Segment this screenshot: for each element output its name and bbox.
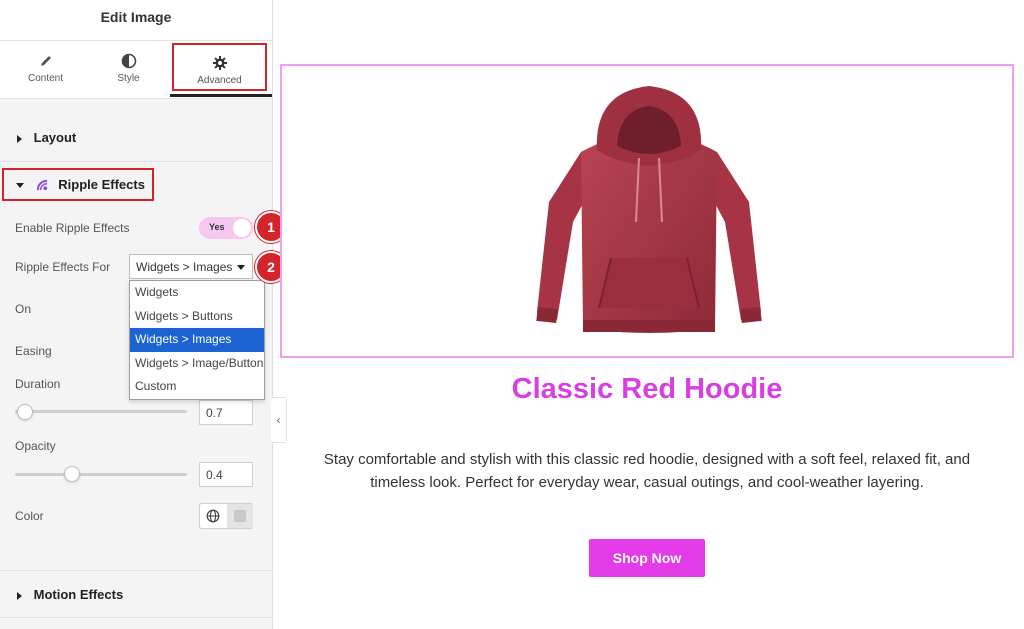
duration-slider-track[interactable] xyxy=(15,410,187,413)
hoodie-image xyxy=(536,86,762,333)
tab-style-label: Style xyxy=(117,73,140,84)
panel-title: Edit Image xyxy=(0,0,272,41)
enable-ripple-label: Enable Ripple Effects xyxy=(15,221,130,235)
duration-slider-handle[interactable] xyxy=(17,404,33,420)
pencil-icon xyxy=(40,56,51,66)
collapse-panel-button[interactable]: ‹ xyxy=(271,397,287,443)
chevron-left-icon: ‹ xyxy=(276,413,281,427)
ripple-for-selected-value: Widgets > Images xyxy=(136,260,233,274)
opacity-input[interactable]: 0.4 xyxy=(199,462,253,487)
dropdown-option[interactable]: Widgets xyxy=(130,281,264,305)
contrast-icon xyxy=(121,53,136,69)
dropdown-option[interactable]: Widgets > Buttons xyxy=(130,305,264,329)
dropdown-option[interactable]: Widgets > Image/Button xyxy=(130,352,264,376)
section-layout[interactable]: Layout xyxy=(0,118,273,162)
dropdown-option[interactable]: Custom xyxy=(130,375,264,399)
active-tab-indicator xyxy=(170,94,272,97)
color-swatch xyxy=(234,510,246,522)
color-swatch-button[interactable] xyxy=(227,504,253,528)
gear-icon xyxy=(212,56,227,70)
opacity-slider-track[interactable] xyxy=(15,473,187,476)
duration-input[interactable]: 0.7 xyxy=(199,400,253,425)
opacity-slider-handle[interactable] xyxy=(64,466,80,482)
color-control[interactable] xyxy=(199,503,253,529)
section-motion-label: Motion Effects xyxy=(33,587,124,602)
enable-ripple-toggle[interactable]: Yes xyxy=(199,217,253,239)
section-ripple-label: Ripple Effects xyxy=(58,177,145,192)
toggle-knob xyxy=(233,219,251,237)
shop-now-button[interactable]: Shop Now xyxy=(589,539,705,577)
on-label: On xyxy=(15,302,32,316)
tab-advanced[interactable]: Advanced xyxy=(172,43,267,91)
chevron-down-icon xyxy=(237,265,245,270)
section-layout-label: Layout xyxy=(33,130,77,145)
opacity-label: Opacity xyxy=(15,439,56,453)
caret-right-icon xyxy=(17,591,22,600)
ripple-for-select[interactable]: Widgets > Images xyxy=(129,254,253,279)
dropdown-option-selected[interactable]: Widgets > Images xyxy=(130,328,264,352)
easing-label: Easing xyxy=(15,344,52,358)
section-ripple-effects[interactable]: Ripple Effects xyxy=(2,168,154,201)
panel-tabs: Content Style Advanced xyxy=(0,41,272,99)
product-title: Classic Red Hoodie xyxy=(511,373,783,405)
caret-down-icon xyxy=(16,183,24,189)
duration-label: Duration xyxy=(15,377,61,391)
ripple-for-dropdown-list: Widgets Widgets > Buttons Widgets > Imag… xyxy=(129,280,265,400)
caret-right-icon xyxy=(17,134,22,143)
tab-content-label: Content xyxy=(27,73,64,84)
tab-content[interactable]: Content xyxy=(0,41,91,97)
ripple-icon xyxy=(36,179,47,191)
toggle-yes-text: Yes xyxy=(209,222,225,232)
product-description: Stay comfortable and stylish with this c… xyxy=(323,451,971,491)
tab-style[interactable]: Style xyxy=(83,41,174,97)
tab-advanced-label: Advanced xyxy=(197,75,242,86)
color-label: Color xyxy=(15,509,44,523)
section-motion-effects[interactable]: Motion Effects xyxy=(0,570,273,618)
product-image-widget[interactable] xyxy=(280,64,1014,358)
globe-icon[interactable] xyxy=(206,509,220,523)
ripple-for-label: Ripple Effects For xyxy=(15,260,111,274)
